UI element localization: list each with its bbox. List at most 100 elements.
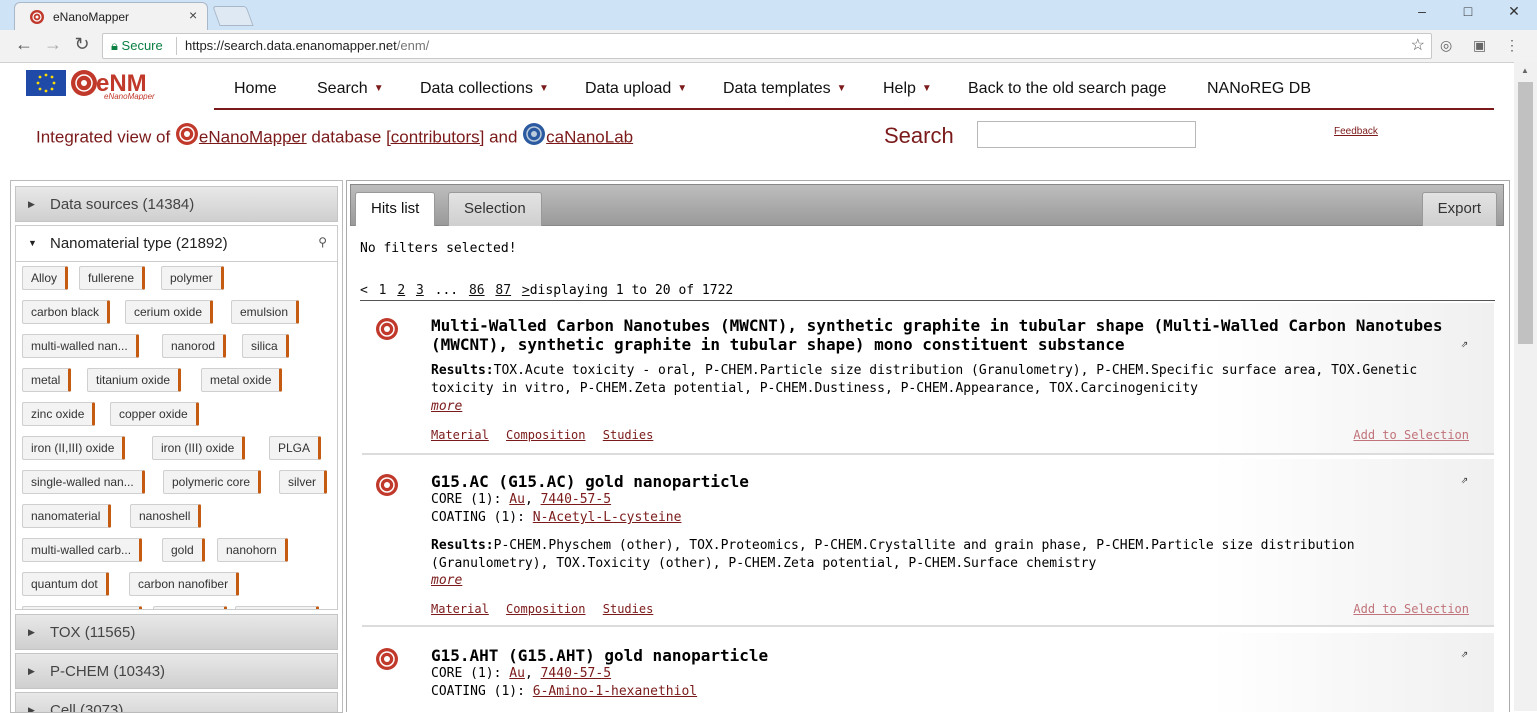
- facet-chip[interactable]: quantum dot: [22, 572, 109, 596]
- new-tab-button[interactable]: [212, 6, 254, 26]
- extension-2-icon[interactable]: ▣: [1473, 37, 1486, 54]
- coating-link[interactable]: N-Acetyl-L-cysteine: [533, 510, 682, 525]
- facet-chip[interactable]: iron (III) oxide: [152, 436, 246, 460]
- scroll-up-icon[interactable]: ▲: [1521, 66, 1529, 75]
- pager-page[interactable]: 1: [379, 283, 387, 298]
- nav-search[interactable]: Search ▼: [317, 80, 384, 98]
- studies-link[interactable]: Studies: [603, 428, 654, 442]
- nav-data-templates[interactable]: Data templates ▼: [723, 80, 847, 98]
- coating-link[interactable]: 6-Amino-1-hexanethiol: [533, 684, 697, 699]
- hit-title[interactable]: Multi-Walled Carbon Nanotubes (MWCNT), s…: [431, 316, 1461, 354]
- more-link[interactable]: more: [431, 573, 462, 588]
- facet-chip[interactable]: nanorod: [162, 334, 227, 358]
- pager-page[interactable]: 86: [469, 283, 485, 298]
- facet-nanomaterial-type[interactable]: ▼ Nanomaterial type (21892) ⚲: [15, 225, 338, 262]
- facet-chip[interactable]: cerium oxide: [125, 300, 214, 324]
- material-link[interactable]: Material: [431, 428, 489, 442]
- facet-chip[interactable]: nanohorn: [217, 538, 288, 562]
- tab-selection[interactable]: Selection: [448, 192, 542, 226]
- facet-chip[interactable]: multi-walled carb...: [22, 538, 143, 562]
- close-window-icon[interactable]: ✕: [1491, 0, 1537, 22]
- secure-indicator[interactable]: 🔒︎ Secure: [111, 38, 163, 54]
- material-link[interactable]: Material: [431, 602, 489, 616]
- facet-chip[interactable]: polymer: [161, 266, 224, 290]
- facet-chip[interactable]: Alloy: [22, 266, 69, 290]
- facet-chip[interactable]: carbon nanofiber: [129, 572, 240, 596]
- pager-prev[interactable]: <: [360, 283, 368, 298]
- nav-data-upload[interactable]: Data upload ▼: [585, 80, 687, 98]
- facet-data-sources[interactable]: ▶ Data sources (14384): [15, 186, 338, 222]
- nav-data-collections[interactable]: Data collections ▼: [420, 80, 549, 98]
- browser-tab[interactable]: eNanoMapper ×: [14, 2, 208, 31]
- composition-link[interactable]: Composition: [506, 602, 585, 616]
- hit-title[interactable]: G15.AC (G15.AC) gold nanoparticle: [431, 472, 1461, 491]
- external-link-icon[interactable]: ⇗: [1461, 472, 1468, 486]
- pager-next[interactable]: >: [522, 283, 530, 298]
- facet-chip[interactable]: titanium oxide: [87, 368, 182, 392]
- facet-chip[interactable]: fullerene: [79, 266, 146, 290]
- core-cas-link[interactable]: 7440-57-5: [541, 666, 611, 681]
- page-scrollbar[interactable]: ▲: [1514, 62, 1537, 711]
- facet-chip[interactable]: polymeric core: [163, 470, 262, 494]
- search-input[interactable]: [977, 121, 1196, 148]
- facet-chip-partial[interactable]: [235, 606, 319, 609]
- url-text[interactable]: https://search.data.enanomapper.net/enm/: [185, 38, 429, 53]
- facet-chip[interactable]: nanomaterial: [22, 504, 112, 528]
- extension-icon[interactable]: ◎: [1440, 37, 1452, 54]
- facet-chip[interactable]: copper oxide: [110, 402, 199, 426]
- facet-chip[interactable]: iron (II,III) oxide: [22, 436, 126, 460]
- core-element-link[interactable]: Au: [509, 666, 525, 681]
- external-link-icon[interactable]: ⇗: [1461, 336, 1468, 350]
- nav-old-search[interactable]: Back to the old search page: [968, 80, 1166, 98]
- pager-page[interactable]: 2: [397, 283, 405, 298]
- facet-chip[interactable]: silica: [242, 334, 289, 358]
- facet-chip-partial[interactable]: [153, 606, 227, 609]
- facet-chip[interactable]: zinc oxide: [22, 402, 96, 426]
- scrollbar-thumb[interactable]: [1518, 82, 1533, 344]
- export-button[interactable]: Export: [1421, 192, 1497, 226]
- facet-chip[interactable]: nanoshell: [130, 504, 202, 528]
- bookmark-star-icon[interactable]: ☆: [1411, 35, 1425, 55]
- feedback-link[interactable]: Feedback: [1334, 126, 1378, 137]
- address-bar[interactable]: 🔒︎ Secure https://search.data.enanomappe…: [102, 33, 1432, 59]
- cananolab-link[interactable]: caNanoLab: [546, 127, 633, 146]
- studies-link[interactable]: Studies: [603, 602, 654, 616]
- facet-tox[interactable]: ▶ TOX (11565): [15, 614, 338, 650]
- minimize-icon[interactable]: –: [1399, 0, 1445, 22]
- facet-chip[interactable]: metal: [22, 368, 72, 392]
- facet-chip[interactable]: emulsion: [231, 300, 300, 324]
- composition-link[interactable]: Composition: [506, 428, 585, 442]
- facet-chip[interactable]: PLGA: [269, 436, 322, 460]
- facet-cell[interactable]: ▶ Cell (3073): [15, 692, 338, 712]
- pager-page[interactable]: 87: [495, 283, 511, 298]
- facet-chip[interactable]: metal oxide: [201, 368, 283, 392]
- forward-icon[interactable]: →: [41, 34, 65, 55]
- facet-pchem[interactable]: ▶ P-CHEM (10343): [15, 653, 338, 689]
- facet-chip[interactable]: carbon black: [22, 300, 111, 324]
- menu-kebab-icon[interactable]: ⋮: [1505, 37, 1519, 54]
- magnifier-icon[interactable]: ⚲: [318, 235, 327, 249]
- add-to-selection-link[interactable]: Add to Selection: [1353, 428, 1469, 442]
- core-cas-link[interactable]: 7440-57-5: [541, 492, 611, 507]
- hit-title[interactable]: G15.AHT (G15.AHT) gold nanoparticle: [431, 646, 1461, 665]
- facet-chip[interactable]: silver: [279, 470, 328, 494]
- enanomapper-link[interactable]: eNanoMapper: [199, 127, 307, 146]
- facet-chip[interactable]: multi-walled nan...: [22, 334, 139, 358]
- facet-chip[interactable]: gold: [162, 538, 205, 562]
- maximize-icon[interactable]: □: [1445, 0, 1491, 22]
- enm-logo[interactable]: eNM eNanoMapper: [26, 68, 176, 101]
- tab-hits-list[interactable]: Hits list: [355, 192, 436, 226]
- facet-chip[interactable]: single-walled nan...: [22, 470, 145, 494]
- add-to-selection-link[interactable]: Add to Selection: [1353, 602, 1469, 616]
- nav-nanoreg-db[interactable]: NANoREG DB: [1207, 80, 1311, 98]
- close-tab-icon[interactable]: ×: [189, 7, 197, 23]
- contributors-link[interactable]: [contributors]: [386, 127, 484, 146]
- core-element-link[interactable]: Au: [509, 492, 525, 507]
- facet-chip-partial[interactable]: [22, 606, 142, 609]
- back-icon[interactable]: ←: [12, 34, 36, 55]
- nav-help[interactable]: Help ▼: [883, 80, 932, 98]
- external-link-icon[interactable]: ⇗: [1461, 646, 1468, 660]
- more-link[interactable]: more: [431, 399, 462, 414]
- pager-page[interactable]: 3: [416, 283, 424, 298]
- reload-icon[interactable]: ↻: [70, 34, 94, 55]
